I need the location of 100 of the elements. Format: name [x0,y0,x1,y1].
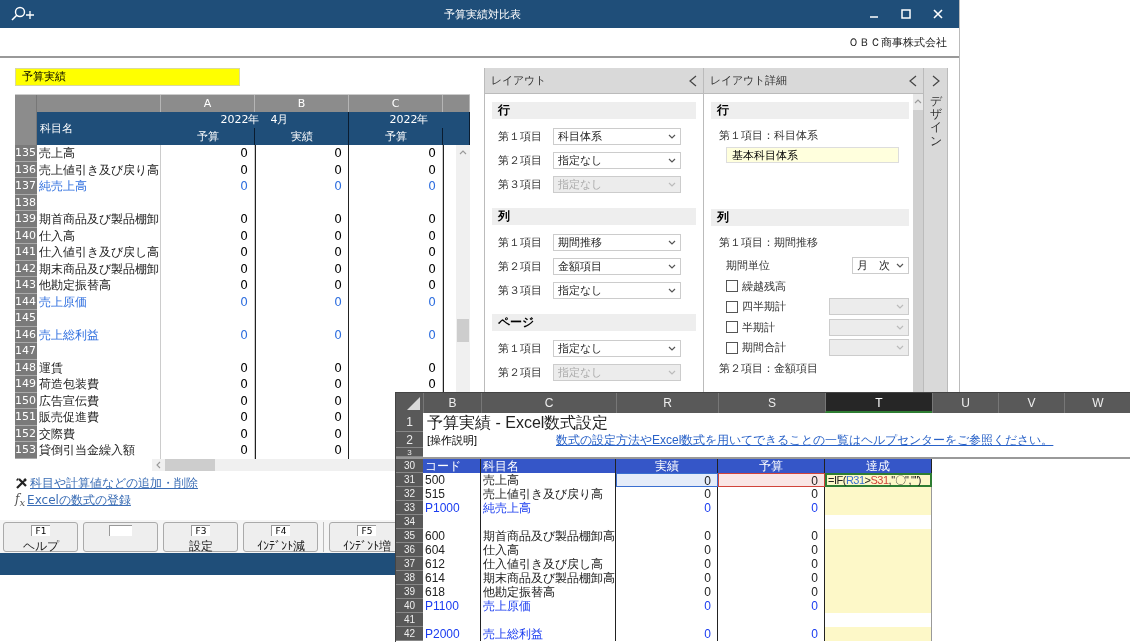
chevron-down-icon [896,304,904,310]
table-cell: 500 [423,473,481,487]
column-header: 科目名 [37,112,161,145]
table-cell: 0 [616,557,718,571]
table-cell: 0 [255,326,349,343]
row-header[interactable]: 33 [396,501,423,515]
row-header[interactable]: 35 [396,529,423,543]
row-header[interactable]: 41 [396,613,423,627]
column-header [443,128,470,145]
table-cell: 仕入値引き及び戻し高 [481,557,616,571]
table-cell: 貸倒引当金繰入額 [37,442,161,459]
sheet-title: 予算実績 - Excel数式設定 [426,413,609,432]
dropdown[interactable]: 金額項目 [553,257,681,275]
table-cell: 0 [349,161,443,178]
table-cell: 0 [349,244,443,261]
row-header[interactable]: 42 [396,627,423,641]
link[interactable]: 科目や計算値などの追加・削除 [30,475,198,492]
row-header[interactable]: 36 [396,543,423,557]
checkbox[interactable]: 繰越残高 [726,278,786,294]
table-cell: 0 [349,211,443,228]
chevron-down-icon [896,345,904,351]
field-caption: 第１項目：期間推移 [718,235,819,251]
column-header[interactable]: U [932,393,998,413]
report-name-field: 予算実績 [15,68,240,86]
column-header[interactable]: W [1064,393,1130,413]
checkbox[interactable]: 期間合計 [726,340,786,356]
function-key-button[interactable]: F1 ヘルプ [3,521,78,552]
column-header[interactable]: V [998,393,1064,413]
row-number: 149 [15,376,37,393]
row-number: 147 [15,343,37,360]
row-header[interactable]: 39 [396,585,423,599]
row-header[interactable]: 30 [396,459,423,473]
dropdown[interactable]: 月 次 [852,256,909,274]
table-cell: 600 [423,529,481,543]
row-number: 145 [15,310,37,327]
collapse-icon[interactable] [689,74,697,87]
checkbox[interactable]: 半期計 [726,319,775,335]
table-cell: 売上原価 [481,599,616,613]
table-cell: 運賃 [37,359,161,376]
table-cell: 0 [255,359,349,376]
row-header[interactable]: 37 [396,557,423,571]
dropdown[interactable]: 指定なし [553,281,681,299]
column-header: 予算 [718,459,825,473]
column-header[interactable]: T [825,393,932,413]
table-cell: 売上原価 [37,293,161,310]
table-cell: 0 [161,442,255,459]
row-header[interactable]: 1 [396,413,423,432]
chevron-down-icon [896,262,904,268]
dropdown[interactable]: 期間推移 [553,233,681,251]
scroll-thumb[interactable] [457,319,469,342]
column-header: 予算 [161,128,255,145]
maximize-icon[interactable] [901,9,911,19]
table-cell: 618 [423,585,481,599]
table-cell: 0 [161,293,255,310]
expand-icon[interactable] [931,75,940,87]
zoom-in-icon[interactable] [10,6,36,22]
function-key-button[interactable]: F4 ｲﾝﾃﾞﾝﾄ減 [243,521,318,552]
row-header[interactable]: 31 [396,473,423,487]
table-cell: 0 [255,161,349,178]
column-header[interactable]: C [481,393,616,413]
field-label: 第１項目 [497,234,543,250]
section-header: 行 [492,102,696,119]
dropdown[interactable]: 指定なし [553,151,681,169]
table-cell: 期末商品及び製品棚卸 [37,260,161,277]
collapse-icon[interactable] [909,74,917,87]
field-label: 第３項目 [497,176,543,192]
field-caption: 第２項目：金額項目 [718,361,819,377]
row-header[interactable]: 2 [396,432,423,448]
column-header[interactable]: B [423,393,481,413]
column-header: 実績 [255,128,349,145]
chevron-down-icon [668,287,676,293]
chevron-down-icon [668,345,676,351]
scroll-thumb[interactable] [165,458,215,471]
dropdown[interactable]: 指定なし [553,339,681,357]
close-icon[interactable] [933,9,943,19]
field-label: 第１項目 [497,128,543,144]
table-cell: 0 [255,260,349,277]
column-header[interactable]: R [616,393,718,413]
table-cell: 売上高 [481,473,616,487]
table-cell: P2000 [423,627,481,641]
row-header[interactable]: 34 [396,515,423,529]
chevron-down-icon [668,369,676,375]
row-header[interactable]: 3 [396,448,423,457]
grid-corner [15,95,37,145]
row-header[interactable]: 40 [396,599,423,613]
readonly-field: 基本科目体系 [726,147,899,163]
function-key-button[interactable]: F3 設定 [163,521,238,552]
chevron-down-icon [668,263,676,269]
table-cell: 売上総利益 [481,627,616,641]
dropdown[interactable]: 科目体系 [553,127,681,145]
table-cell: 0 [161,244,255,261]
row-header[interactable]: 32 [396,487,423,501]
chevron-down-icon [668,157,676,163]
checkbox[interactable]: 四半期計 [726,299,786,315]
section-header: 列 [711,209,909,226]
table-cell: 0 [616,487,718,501]
field-label: 第１項目 [497,340,543,356]
link[interactable]: Excelの数式の登録 [27,492,131,509]
formula-cell[interactable]: =IF(R31>S31,"〇","") [825,473,932,487]
row-header[interactable]: 38 [396,571,423,585]
